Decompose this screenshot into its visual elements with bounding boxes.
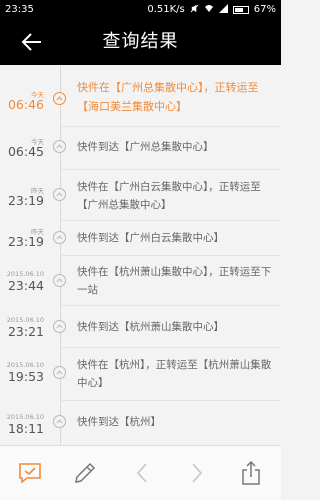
chevron-right-icon [192, 463, 203, 483]
expand-icon[interactable] [53, 320, 66, 333]
timeline-item[interactable]: 2015.06.10 19:53 快件在【杭州】，正转运至【杭州萧山集散中心】 [0, 348, 281, 401]
previous-button[interactable] [127, 458, 157, 488]
event-date: 2015.06.10 [6, 270, 44, 278]
page-title: 查询结果 [102, 31, 179, 52]
event-description: 快件到达【杭州萧山集散中心】 [77, 321, 224, 333]
event-description: 快件在【杭州】，正转运至【杭州萧山集散中心】 [77, 359, 272, 389]
expand-icon[interactable] [53, 92, 66, 105]
event-time: 23:21 [7, 324, 44, 339]
wifi-icon [204, 4, 214, 16]
timeline-item[interactable]: 昨天 23:19 快件在【广州白云集散中心】，正转运至【广州总集散中心】 [0, 170, 281, 221]
battery-level: 67% [253, 4, 276, 15]
check-comment-icon [19, 463, 41, 484]
expand-icon[interactable] [53, 188, 66, 201]
expand-icon[interactable] [53, 415, 66, 428]
comment-button[interactable] [15, 458, 45, 488]
timeline-item[interactable]: 2015.06.10 18:11 快件到达【杭州】 [0, 401, 281, 445]
event-description: 快件到达【广州白云集散中心】 [77, 232, 224, 244]
expand-icon[interactable] [53, 231, 66, 244]
timeline-item[interactable]: 2015.06.10 23:21 快件到达【杭州萧山集散中心】 [0, 306, 281, 348]
event-time: 23:19 [7, 234, 44, 249]
tracking-timeline: 今天 06:46 快件在【广州总集散中心】，正转运至【海口美兰集散中心】 今天 … [0, 65, 281, 445]
status-bar: 23:35 0.51K/s 67% [0, 0, 281, 19]
timeline-item[interactable]: 今天 06:46 快件在【广州总集散中心】，正转运至【海口美兰集散中心】 [0, 65, 281, 127]
event-time: 06:45 [7, 144, 44, 159]
expand-icon[interactable] [53, 274, 66, 287]
share-icon [242, 460, 260, 485]
timeline-item[interactable]: 2015.06.10 23:44 快件在【杭州萧山集散中心】，正转运至下一站 [0, 256, 281, 306]
event-description: 快件在【杭州萧山集散中心】，正转运至下一站 [77, 266, 272, 296]
event-description: 快件在【广州白云集散中心】，正转运至【广州总集散中心】 [77, 181, 261, 211]
next-button[interactable] [182, 458, 212, 488]
mute-icon [190, 4, 199, 16]
event-description: 快件在【广州总集散中心】，正转运至【海口美兰集散中心】 [77, 81, 259, 113]
timeline-item[interactable]: 今天 06:45 快件到达【广州总集散中心】 [0, 127, 281, 170]
expand-icon[interactable] [53, 140, 66, 153]
event-time: 06:46 [7, 97, 44, 112]
bottom-toolbar [0, 445, 281, 500]
title-bar: 查询结果 [0, 19, 281, 65]
chevron-left-icon [136, 463, 147, 483]
signal-icon [218, 3, 228, 16]
event-date: 2015.06.10 [6, 316, 44, 324]
event-time: 19:53 [7, 369, 44, 384]
edit-button[interactable] [70, 458, 100, 488]
event-description: 快件到达【广州总集散中心】 [77, 141, 214, 153]
battery-icon [232, 5, 249, 14]
timeline-item[interactable]: 昨天 23:19 快件到达【广州白云集散中心】 [0, 221, 281, 256]
event-time: 23:44 [7, 278, 44, 293]
event-description: 快件到达【杭州】 [77, 416, 161, 428]
event-time: 23:19 [7, 193, 44, 208]
status-right: 0.51K/s 67% [147, 3, 276, 16]
pencil-icon [75, 462, 96, 483]
share-button[interactable] [236, 458, 266, 488]
event-date: 2015.06.10 [6, 413, 44, 421]
event-date: 2015.06.10 [6, 361, 44, 369]
expand-icon[interactable] [53, 366, 66, 379]
event-time: 18:11 [7, 421, 44, 436]
status-time: 23:35 [5, 4, 34, 15]
net-speed: 0.51K/s [147, 4, 185, 15]
